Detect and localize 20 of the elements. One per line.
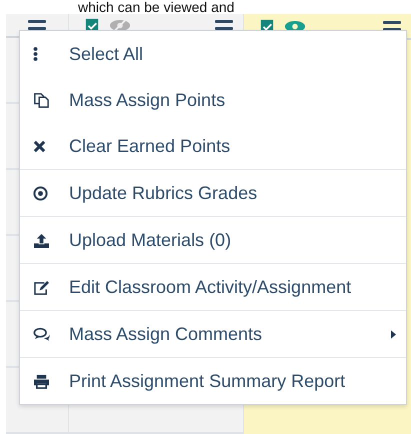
dots-icon <box>33 46 38 62</box>
menu-item[interactable]: Print Assignment Summary Report <box>20 357 406 404</box>
menu-item[interactable]: Upload Materials (0) <box>20 216 406 263</box>
copy-icon <box>33 92 49 108</box>
menu-item[interactable]: Update Rubrics Grades <box>20 169 406 216</box>
menu-item[interactable]: Edit Classroom Activity/Assignment <box>20 263 406 310</box>
close-icon <box>33 140 46 152</box>
menu-item[interactable]: Clear Earned Points <box>20 123 406 169</box>
menu-item[interactable]: Select All <box>20 31 406 77</box>
caption-text: which can be viewed and <box>78 0 234 14</box>
target-icon <box>33 186 48 200</box>
menu-icon[interactable] <box>28 19 46 31</box>
menu-item[interactable]: Mass Assign Comments <box>20 310 406 357</box>
upload-icon <box>33 232 50 248</box>
printer-icon <box>33 374 50 388</box>
edit-icon <box>33 280 50 294</box>
menu-icon[interactable] <box>215 19 233 31</box>
menu-item[interactable]: Mass Assign Points <box>20 77 406 123</box>
comments-icon <box>33 326 51 342</box>
caret-icon <box>391 330 396 338</box>
